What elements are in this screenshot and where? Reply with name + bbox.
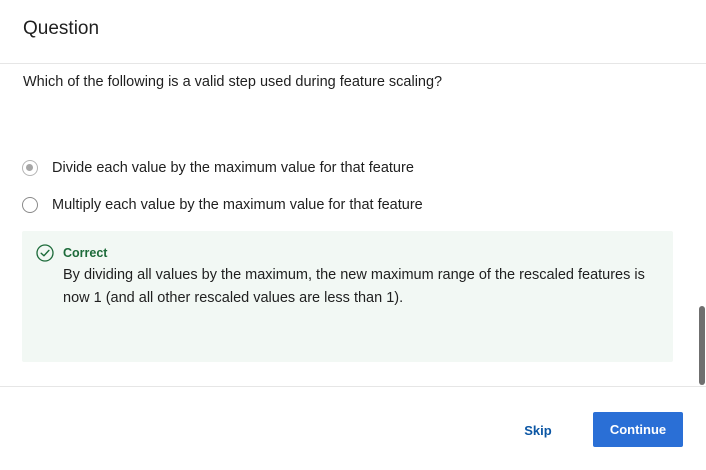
feedback-explanation: By dividing all values by the maximum, t… <box>63 267 645 306</box>
answer-option-1[interactable]: Divide each value by the maximum value f… <box>22 160 414 176</box>
footer-divider <box>0 386 706 387</box>
answer-option-label: Divide each value by the maximum value f… <box>52 160 414 176</box>
continue-button[interactable]: Continue <box>593 412 683 447</box>
feedback-status: Correct <box>63 246 108 260</box>
skip-button[interactable]: Skip <box>506 413 570 447</box>
answer-option-label: Multiply each value by the maximum value… <box>52 197 423 213</box>
question-header: Question <box>0 0 706 64</box>
answer-option-2[interactable]: Multiply each value by the maximum value… <box>22 197 423 213</box>
question-prompt: Which of the following is a valid step u… <box>23 74 443 90</box>
radio-unselected-icon[interactable] <box>22 197 38 213</box>
scrollbar-thumb[interactable] <box>699 306 705 385</box>
feedback-panel: Correct By dividing all values by the ma… <box>22 231 673 362</box>
check-circle-icon <box>36 244 54 262</box>
quiz-page: Question Which of the following is a val… <box>0 0 706 470</box>
page-title: Question <box>23 18 100 39</box>
radio-selected-icon[interactable] <box>22 160 38 176</box>
